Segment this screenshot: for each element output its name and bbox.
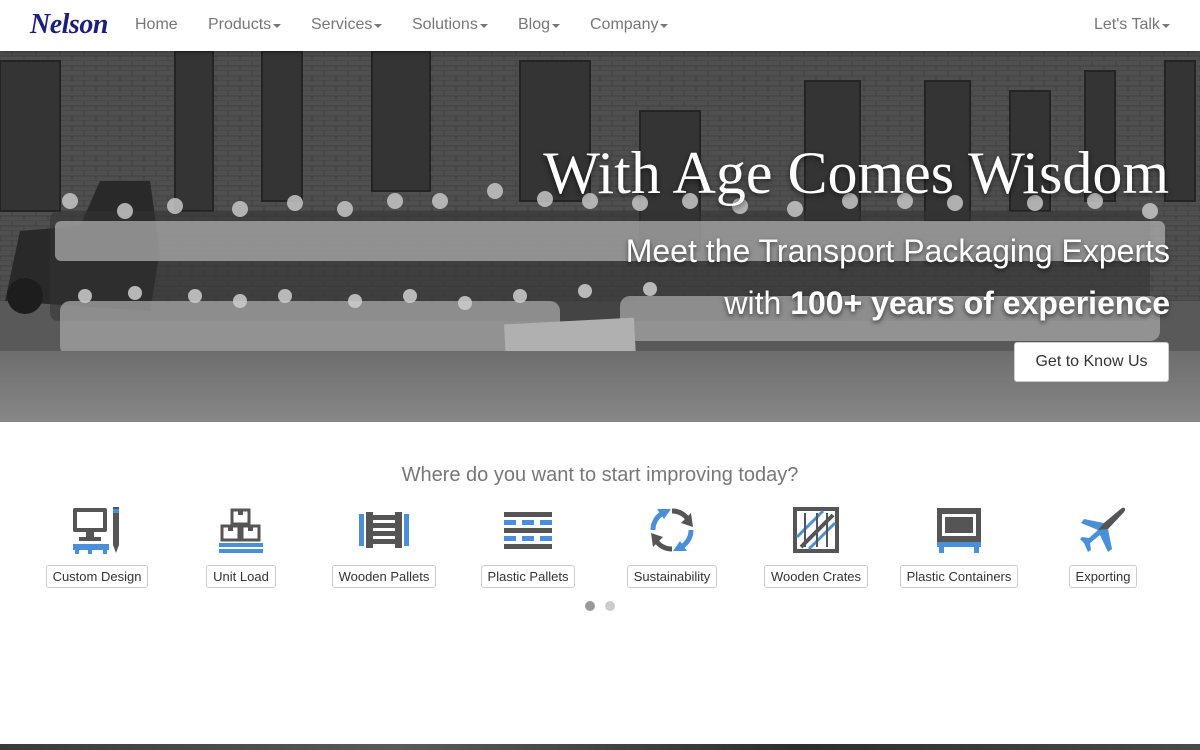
carousel-dot-2[interactable] [605, 601, 615, 611]
tile-custom-design-label: Custom Design [45, 565, 149, 588]
tile-custom-design[interactable]: Custom Design [27, 504, 167, 588]
tile-plastic-containers[interactable]: Plastic Containers [889, 504, 1029, 588]
chevron-down-icon [660, 24, 669, 28]
nav-products[interactable]: Products [208, 16, 282, 34]
hero-banner: With Age Comes Wisdom Meet the Transport… [0, 51, 1200, 422]
carousel-dot-1[interactable] [585, 601, 595, 611]
get-to-know-us-button[interactable]: Get to Know Us [1014, 342, 1169, 382]
hero-subtitle-highlight: 100+ years of experience [790, 285, 1170, 321]
brand-logo[interactable]: Nelson [30, 9, 108, 41]
hero-subtitle-line1: Meet the Transport Packaging Experts [625, 233, 1170, 269]
chevron-down-icon [374, 24, 383, 28]
tile-wooden-pallets[interactable]: Wooden Pallets [314, 504, 454, 588]
tile-wooden-crates-label: Wooden Crates [763, 565, 869, 588]
nav-blog-label: Blog [518, 16, 551, 33]
nav-solutions-label: Solutions [412, 16, 478, 33]
nav-solutions[interactable]: Solutions [412, 16, 488, 34]
tile-plastic-pallets-label: Plastic Pallets [480, 565, 576, 588]
tile-unit-load[interactable]: Unit Load [171, 504, 311, 588]
nav-services-label: Services [311, 16, 373, 33]
plastic-pallet-icon [500, 504, 556, 556]
chevron-down-icon [273, 24, 282, 28]
nav-products-label: Products [208, 16, 272, 33]
wooden-pallet-icon [356, 504, 412, 556]
next-section-banner [0, 744, 1200, 750]
tile-plastic-containers-label: Plastic Containers [899, 565, 1019, 588]
nav-blog[interactable]: Blog [518, 16, 561, 34]
tile-plastic-pallets[interactable]: Plastic Pallets [458, 504, 598, 588]
tile-unit-load-label: Unit Load [206, 565, 276, 588]
recycle-icon [644, 504, 700, 556]
computer-design-icon [69, 504, 125, 556]
nav-lets-talk[interactable]: Let's Talk [1094, 16, 1170, 34]
top-navbar: Nelson Home Products Services Solutions … [0, 0, 1200, 51]
nav-lets-talk-label: Let's Talk [1094, 16, 1160, 33]
stacked-boxes-icon [213, 504, 269, 556]
nav-company-label: Company [590, 16, 659, 33]
nav-services[interactable]: Services [311, 16, 383, 34]
nav-home-label: Home [135, 16, 178, 33]
hero-title: With Age Comes Wisdom [543, 140, 1169, 206]
chevron-down-icon [479, 24, 488, 28]
crate-icon [788, 504, 844, 556]
tile-sustainability[interactable]: Sustainability [602, 504, 742, 588]
nav-home[interactable]: Home [135, 16, 178, 34]
airplane-icon [1075, 504, 1131, 556]
nav-company[interactable]: Company [590, 16, 669, 34]
chevron-down-icon [552, 24, 561, 28]
tile-exporting[interactable]: Exporting [1033, 504, 1173, 588]
tile-sustainability-label: Sustainability [626, 565, 718, 588]
carousel-indicators [585, 601, 615, 611]
tile-wooden-crates[interactable]: Wooden Crates [746, 504, 886, 588]
tile-exporting-label: Exporting [1068, 565, 1138, 588]
tile-wooden-pallets-label: Wooden Pallets [331, 565, 437, 588]
hero-subtitle-prefix: with [724, 285, 791, 321]
section-question: Where do you want to start improving tod… [401, 464, 799, 486]
hero-subtitle-line2: with 100+ years of experience [724, 285, 1170, 322]
container-icon [931, 504, 987, 556]
chevron-down-icon [1161, 24, 1170, 28]
